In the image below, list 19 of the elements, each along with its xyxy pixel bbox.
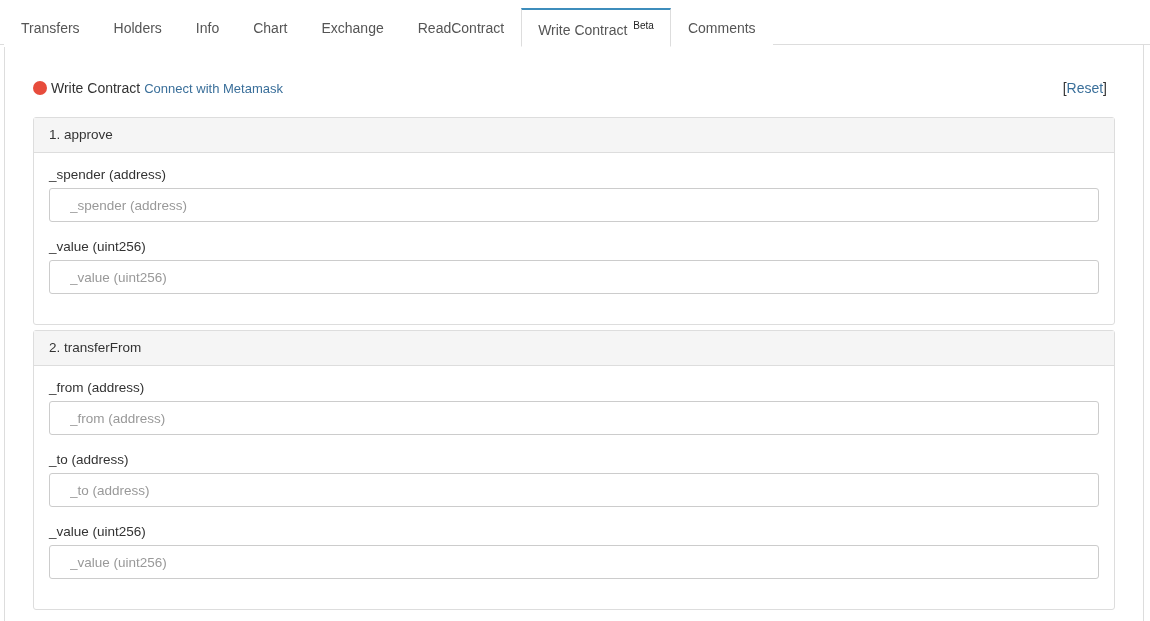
bracket: ]: [1103, 80, 1107, 96]
bracket: [: [1062, 80, 1067, 96]
parameter-label: _to (address): [49, 452, 130, 467]
function-title: 1. approve: [34, 118, 1114, 153]
connect-link[interactable]: Connect with Metamask: [144, 80, 283, 96]
beta-label: Beta: [633, 20, 654, 31]
tab[interactable]: Write Contract $^{Beta}$: [521, 8, 671, 47]
section-title: Write Contract: [51, 80, 141, 96]
parameter-label: _spender (address): [49, 167, 168, 182]
status-dot: [33, 81, 47, 95]
input-field[interactable]: _to (address): [49, 473, 1099, 507]
input-field[interactable]: _from (address): [49, 401, 1099, 435]
input-field[interactable]: _value (uint256): [49, 545, 1099, 579]
function-title: 2. transferFrom: [34, 331, 1114, 366]
parameter-label: _from (address): [49, 380, 146, 395]
input-field[interactable]: _value (uint256): [49, 260, 1099, 294]
parameter-label: _value (uint256): [49, 239, 147, 254]
input-field[interactable]: _spender (address): [49, 188, 1099, 222]
parameter-label: _value (uint256): [49, 524, 147, 539]
